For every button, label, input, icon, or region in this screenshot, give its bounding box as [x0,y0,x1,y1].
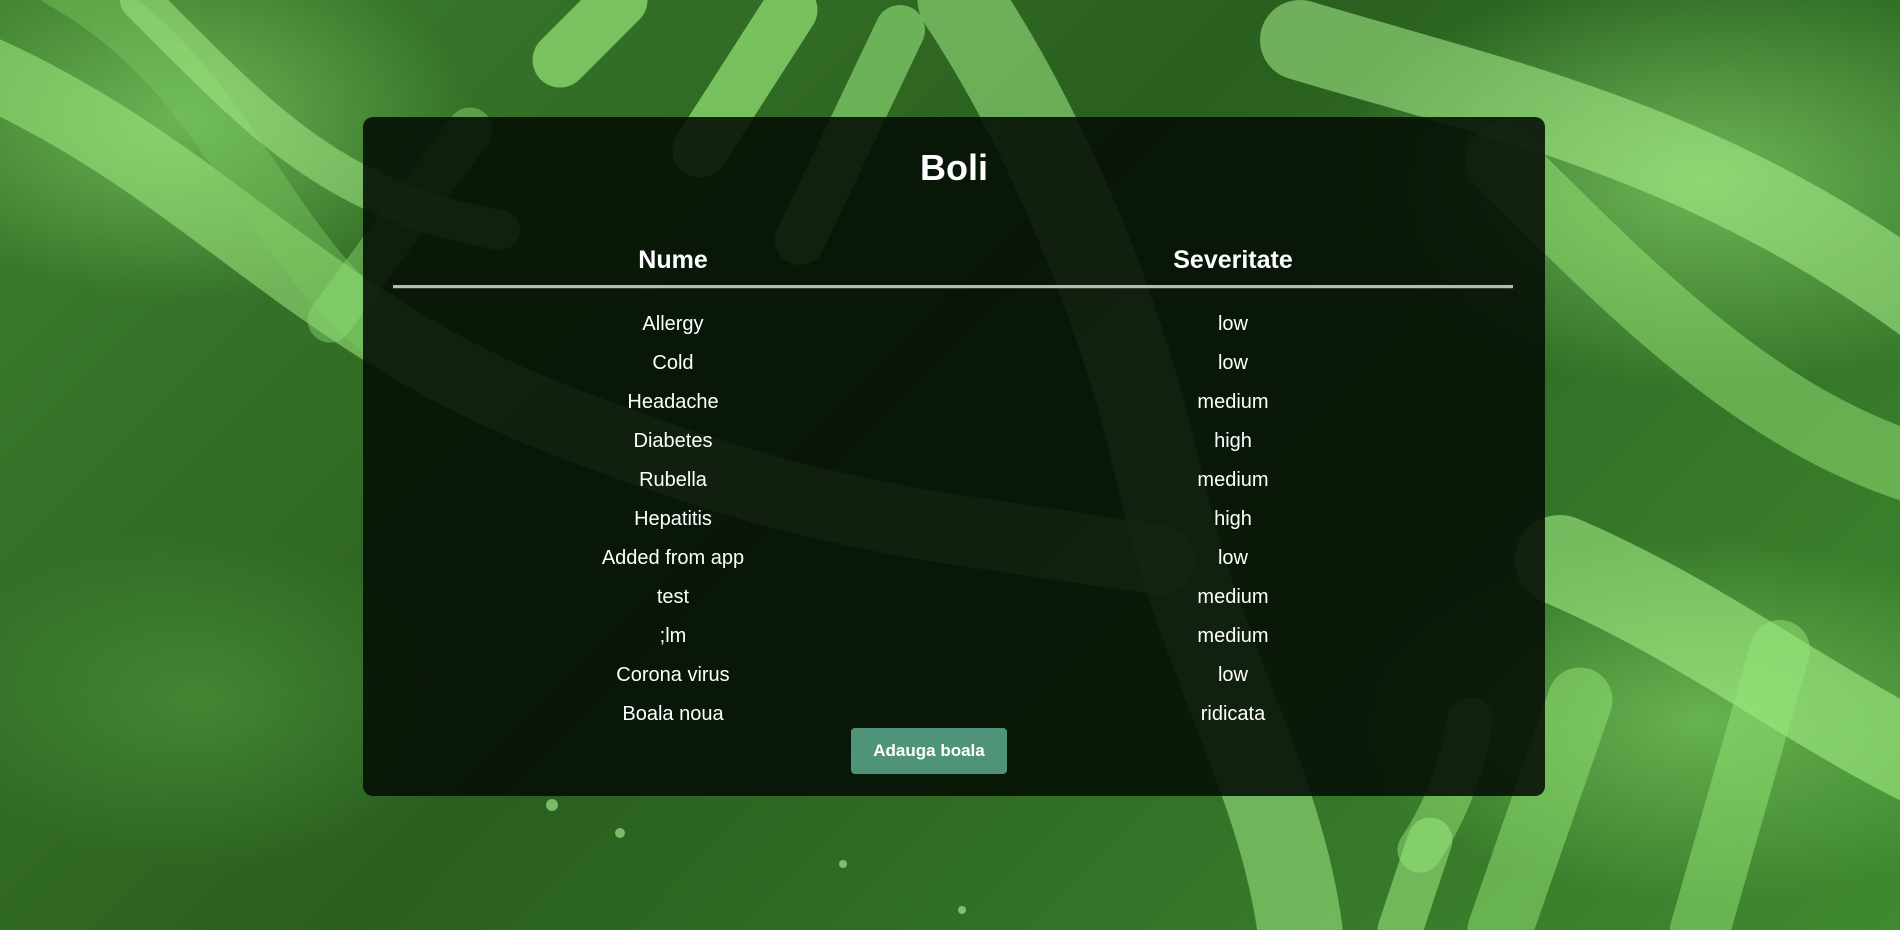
disease-name-cell: ;lm [659,625,687,647]
severity-cell: low [1217,313,1248,335]
diseases-table: Nume Severitate Allergy low Cold low Hea… [393,235,1513,734]
disease-name-cell: Cold [652,352,694,374]
severity-cell: low [1217,547,1248,569]
severity-cell: medium [1197,391,1269,413]
column-header-name: Nume [638,245,708,274]
severity-cell: high [1214,430,1252,452]
disease-name-cell: Hepatitis [634,508,712,530]
table-row: ;lm medium [393,617,1513,656]
disease-name-cell: Added from app [601,547,745,569]
column-header-severity: Severitate [1173,245,1293,274]
add-disease-button[interactable]: Adauga boala [851,728,1007,774]
table-row: test medium [393,578,1513,617]
severity-cell: medium [1197,469,1269,491]
page-title: Boli [920,147,988,188]
disease-name-cell: Boala noua [622,703,724,725]
disease-name-cell: Rubella [639,469,707,491]
severity-cell: ridicata [1200,703,1266,725]
severity-cell: low [1217,352,1248,374]
disease-name-cell: Diabetes [633,430,713,452]
disease-name-cell: Corona virus [616,664,730,686]
table-row: Corona virus low [393,656,1513,695]
disease-name-cell: test [656,586,690,608]
table-row: Rubella medium [393,461,1513,500]
severity-cell: medium [1197,625,1269,647]
disease-name-cell: Allergy [642,313,704,335]
diseases-panel: Boli Nume Severitate Allergy low Cold lo… [363,117,1545,796]
table-body: Allergy low Cold low Headache medium Dia… [393,288,1513,734]
table-header: Nume Severitate [393,235,1513,288]
table-row: Headache medium [393,383,1513,422]
severity-cell: high [1214,508,1252,530]
table-row: Diabetes high [393,422,1513,461]
table-row: Added from app low [393,539,1513,578]
severity-cell: medium [1197,586,1269,608]
severity-cell: low [1217,664,1248,686]
table-row: Cold low [393,344,1513,383]
disease-name-cell: Headache [627,391,719,413]
table-row: Hepatitis high [393,500,1513,539]
table-row: Allergy low [393,305,1513,344]
